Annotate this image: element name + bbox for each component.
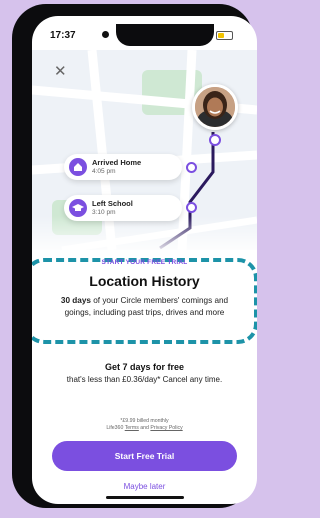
brand-label: Life360 [106,425,124,431]
map-fade [32,216,257,256]
and-label: and [140,425,149,431]
route-dot [186,162,197,173]
location-indicator-icon [102,31,109,38]
offer-title: Get 7 days for free [104,362,185,372]
timeline-card-left-school: Left School 3:10 pm [64,195,182,221]
start-free-trial-button[interactable]: Start Free Trial [52,441,237,471]
notch [116,24,214,46]
feature-description-bold: 30 days [60,296,91,305]
screen: 17:37 5G ✕ [32,16,257,504]
timeline-card-arrived-home: Arrived Home 4:05 pm [64,154,182,180]
school-icon [69,199,87,217]
home-indicator [106,496,184,499]
card-title: Left School [92,199,133,208]
terms-link[interactable]: Terms [125,425,139,431]
phone-frame: 17:37 5G ✕ [12,4,257,508]
page-title: Location History [89,273,200,289]
card-time: 4:05 pm [92,168,116,175]
fine-print: *£9.99 billed monthly Life360 Terms and … [72,418,217,432]
privacy-policy-link[interactable]: Privacy Policy [150,425,182,431]
home-icon [69,158,87,176]
trial-eyebrow: START YOUR FREE TRIAL [101,259,188,266]
card-time: 3:10 pm [92,209,116,216]
offer-description: that's less than £0.36/day* Cancel any t… [66,375,223,384]
feature-description: 30 days of your Circle members' comings … [52,295,237,318]
battery-icon [216,31,233,40]
avatar [192,84,238,130]
billing-note: *£9.99 billed monthly [120,418,169,424]
status-time: 17:37 [50,30,76,41]
close-icon[interactable]: ✕ [54,64,67,79]
card-title: Arrived Home [92,158,142,167]
route-dot [209,134,221,146]
route-dot [186,202,197,213]
maybe-later-link[interactable]: Maybe later [32,482,257,491]
